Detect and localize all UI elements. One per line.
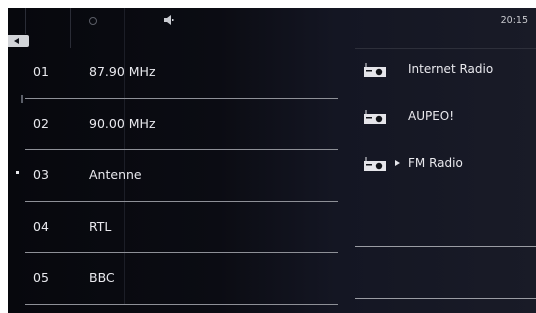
scroll-indicator[interactable] — [21, 95, 23, 103]
station-row[interactable]: 05 BBC — [25, 253, 338, 305]
station-name: RTL — [89, 218, 112, 234]
radio-icon — [364, 157, 386, 171]
source-label: FM Radio — [408, 156, 463, 170]
station-name: 87.90 MHz — [89, 64, 156, 79]
column-divider — [70, 8, 71, 48]
station-row[interactable]: 01 87.90 MHz — [25, 47, 338, 99]
speaker-icon — [164, 15, 174, 25]
active-pointer-icon — [395, 160, 400, 166]
source-item-fm-radio[interactable]: FM Radio — [355, 141, 536, 188]
station-name: BBC — [89, 270, 115, 285]
clock: 20:15 — [500, 15, 528, 26]
station-name: Antenne — [89, 167, 142, 182]
source-item-aupeo[interactable]: AUPEO! — [355, 94, 536, 141]
station-number: 04 — [33, 218, 49, 234]
station-row[interactable]: 04 RTL — [25, 202, 338, 253]
back-button[interactable] — [8, 35, 29, 47]
station-row[interactable]: 03 Antenne — [25, 150, 338, 202]
divider — [355, 246, 536, 247]
left-arrow-icon — [14, 38, 19, 44]
station-number: 02 — [33, 115, 49, 131]
radio-icon — [364, 110, 386, 124]
source-label: AUPEO! — [408, 109, 455, 123]
source-item-internet-radio[interactable]: Internet Radio — [355, 47, 536, 94]
station-list: 01 87.90 MHz 02 90.00 MHz 03 Antenne 04 … — [25, 47, 338, 305]
divider — [355, 298, 536, 299]
column-divider — [25, 8, 26, 34]
radio-screen: 01 87.90 MHz 02 90.00 MHz 03 Antenne 04 … — [8, 8, 536, 313]
station-number: 01 — [33, 64, 49, 79]
station-number: 03 — [33, 167, 49, 182]
radio-icon — [364, 63, 386, 77]
selection-marker — [16, 171, 19, 174]
station-number: 05 — [33, 270, 49, 285]
circle-indicator-icon — [89, 17, 97, 25]
status-bar — [8, 8, 338, 34]
station-row[interactable]: 02 90.00 MHz — [25, 99, 338, 150]
station-name: 90.00 MHz — [89, 115, 156, 131]
source-menu: Internet Radio AUPEO! FM Radio — [355, 47, 536, 188]
source-label: Internet Radio — [408, 62, 494, 76]
source-panel: 20:15 Internet Radio AUPEO! FM Radio — [355, 8, 536, 313]
